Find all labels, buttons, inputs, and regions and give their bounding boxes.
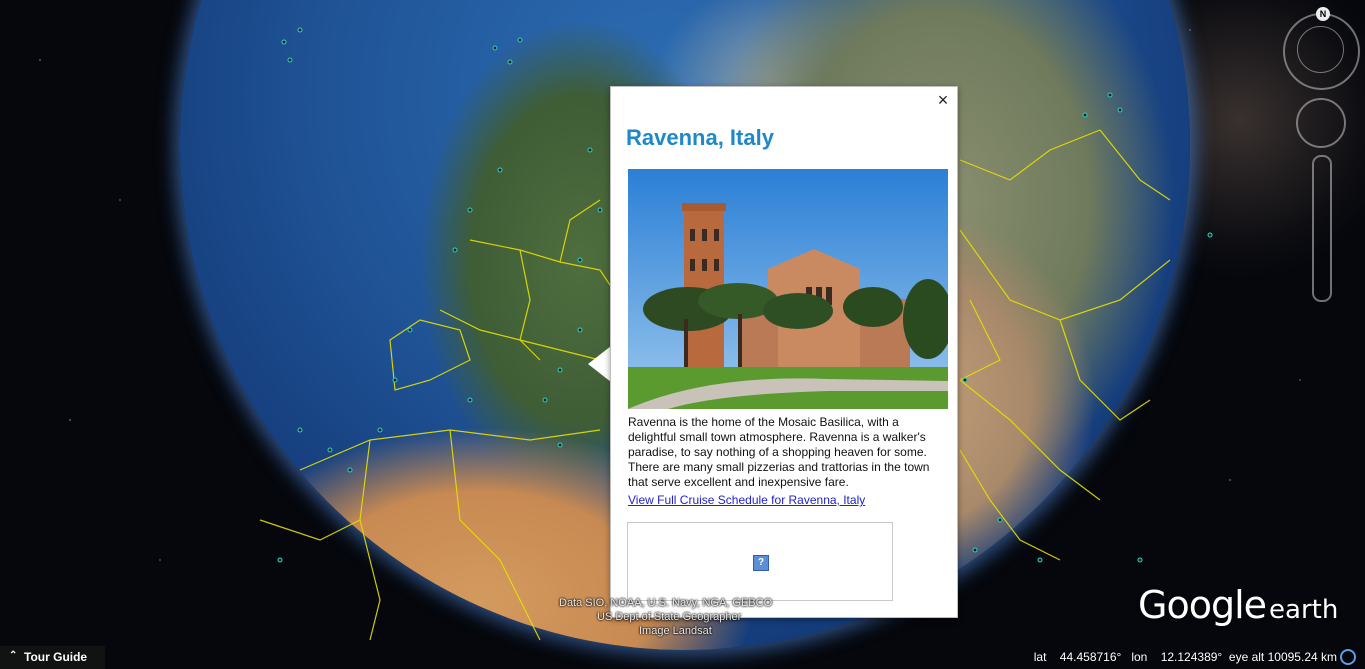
lat-label: lat — [1033, 650, 1047, 664]
lon-value: 12.124389° — [1160, 650, 1223, 664]
cruise-schedule-link[interactable]: View Full Cruise Schedule for Ravenna, I… — [628, 493, 865, 507]
north-indicator-icon[interactable]: N — [1316, 7, 1330, 21]
logo-google-text: Google — [1138, 583, 1267, 627]
ravenna-photo — [628, 169, 948, 409]
eye-alt-label: eye alt — [1228, 650, 1265, 664]
embedded-frame: ? — [627, 522, 893, 601]
look-joystick-inner[interactable] — [1297, 26, 1344, 73]
close-icon[interactable]: × — [934, 91, 952, 109]
attribution-line-1: Data SIO, NOAA, U.S. Navy, NGA, GEBCO — [559, 597, 773, 609]
popup-pointer — [588, 346, 611, 382]
logo-earth-text: earth — [1269, 595, 1339, 625]
zoom-slider[interactable] — [1312, 155, 1332, 302]
placemark-balloon: × Ravenna, Italy Ravenna is the home of … — [610, 86, 958, 618]
imagery-attribution: Data SIO, NOAA, U.S. Navy, NGA, GEBCO US… — [559, 596, 772, 638]
streaming-indicator-icon — [1340, 649, 1356, 665]
tour-guide-button[interactable]: ⌃ Tour Guide — [0, 646, 105, 669]
move-joystick[interactable] — [1296, 98, 1346, 148]
tour-guide-label: Tour Guide — [24, 650, 88, 664]
lon-label: lon — [1131, 650, 1148, 664]
attribution-line-2: US Dept of State Geographer — [597, 611, 742, 623]
broken-image-icon: ? — [753, 555, 769, 571]
eye-alt-value: 10095.24 km — [1267, 650, 1337, 664]
chevron-up-icon: ⌃ — [9, 650, 18, 661]
status-bar: lat 44.458716° lon 12.124389° eye alt 10… — [1034, 650, 1337, 664]
lat-value: 44.458716° — [1059, 650, 1122, 664]
attribution-line-3: Image Landsat — [639, 625, 712, 637]
balloon-title: Ravenna, Italy — [626, 125, 774, 150]
google-earth-logo: Google earth — [1138, 583, 1338, 627]
balloon-description: Ravenna is the home of the Mosaic Basili… — [628, 415, 930, 489]
